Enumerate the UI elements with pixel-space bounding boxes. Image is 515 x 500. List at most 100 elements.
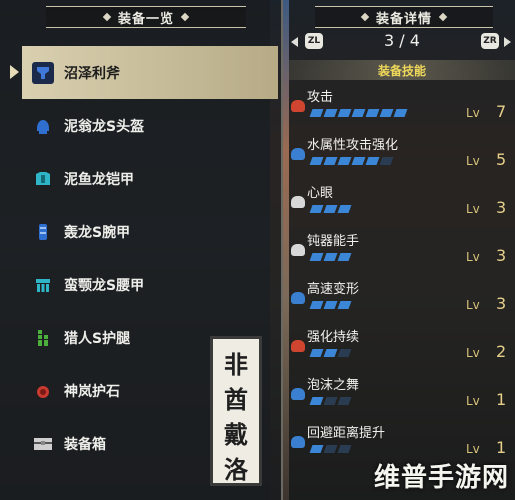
page-navigator: ZL 3 / 4 ZR bbox=[289, 31, 515, 52]
equipment-item-chest[interactable]: 泥鱼龙铠甲 bbox=[22, 152, 278, 205]
skill-level-value: 1 bbox=[496, 438, 507, 457]
zl-button[interactable]: ZL bbox=[305, 33, 323, 49]
zr-button[interactable]: ZR bbox=[481, 33, 499, 49]
skill-level-pip bbox=[337, 397, 352, 405]
skill-name: 水属性攻击强化 bbox=[307, 138, 399, 153]
skill-row[interactable]: 高速变形 Lv 3 bbox=[289, 276, 515, 324]
skill-row[interactable]: 泡沫之舞 Lv 1 bbox=[289, 372, 515, 420]
diamond-icon bbox=[360, 12, 370, 22]
skill-row[interactable]: 强化持续 Lv 2 bbox=[289, 324, 515, 372]
skill-level-bar bbox=[309, 349, 352, 357]
switch-axe-icon bbox=[32, 61, 54, 84]
equipment-item-label: 沼泽利斧 bbox=[64, 65, 120, 82]
site-logo-watermark: 维普手游网 bbox=[373, 463, 509, 493]
equipment-detail-panel: 装备详情 ZL 3 / 4 ZR 装备技能 攻击 Lv 7 水属性攻击强化 Lv 5 心眼 L… bbox=[289, 0, 515, 500]
skill-name: 泡沫之舞 bbox=[307, 378, 360, 393]
skill-row[interactable]: 钝器能手 Lv 3 bbox=[289, 228, 515, 276]
charm-icon bbox=[32, 380, 54, 402]
skill-level-pip bbox=[323, 301, 338, 309]
skills-section-header: 装备技能 bbox=[289, 60, 515, 80]
skill-level-pip bbox=[323, 157, 338, 165]
leg-armor-icon bbox=[32, 327, 54, 349]
skill-level-bar bbox=[309, 205, 352, 213]
skill-decoration-icon bbox=[291, 340, 305, 352]
equipment-item-label: 轰龙S腕甲 bbox=[64, 224, 131, 241]
equipment-item-label: 装备箱 bbox=[64, 436, 106, 453]
equipment-detail-title: 装备详情 bbox=[375, 11, 432, 27]
skill-level-value: 2 bbox=[496, 342, 507, 361]
skill-level-value: 3 bbox=[496, 294, 507, 313]
watermark-seal: 非 酋 戴 洛 bbox=[210, 336, 262, 486]
equipment-item-waist[interactable]: 蛮颚龙S腰甲 bbox=[22, 258, 278, 311]
chevron-left-icon[interactable] bbox=[291, 37, 298, 47]
equipment-item-label: 神岚护石 bbox=[64, 383, 120, 400]
skill-name: 攻击 bbox=[307, 90, 334, 105]
skill-level-pip bbox=[323, 253, 338, 261]
skill-level-label: Lv bbox=[466, 106, 480, 120]
skill-row[interactable]: 心眼 Lv 3 bbox=[289, 180, 515, 228]
skill-name: 高速变形 bbox=[307, 282, 360, 297]
skill-level-pip bbox=[309, 301, 324, 309]
skill-level-bar bbox=[309, 301, 352, 309]
skill-level-label: Lv bbox=[466, 250, 480, 264]
equipment-detail-header: 装备详情 bbox=[315, 6, 493, 28]
skill-level-pip bbox=[379, 157, 394, 165]
skill-level-pip bbox=[323, 349, 338, 357]
skill-level-bar bbox=[309, 397, 352, 405]
helmet-icon bbox=[32, 115, 54, 137]
skill-level-pip bbox=[309, 205, 324, 213]
skill-level-pip bbox=[337, 301, 352, 309]
skill-level-bar bbox=[309, 157, 394, 165]
skill-row[interactable]: 攻击 Lv 7 bbox=[289, 84, 515, 132]
skill-level-label: Lv bbox=[466, 346, 480, 360]
equipment-box-icon bbox=[32, 433, 54, 455]
skill-level-pip bbox=[365, 157, 380, 165]
equipment-item-head[interactable]: 泥翁龙S头盔 bbox=[22, 99, 278, 152]
skill-level-pip bbox=[309, 109, 324, 117]
skill-level-value: 1 bbox=[496, 390, 507, 409]
skill-level-bar bbox=[309, 109, 408, 117]
equipment-list-header: 装备一览 bbox=[46, 6, 246, 28]
skill-level-pip bbox=[323, 109, 338, 117]
skill-level-pip bbox=[337, 349, 352, 357]
chest-armor-icon bbox=[32, 168, 54, 190]
skill-level-pip bbox=[337, 109, 352, 117]
skill-level-pip bbox=[337, 445, 352, 453]
equipment-item-label: 泥翁龙S头盔 bbox=[64, 118, 145, 135]
skill-level-pip bbox=[393, 109, 408, 117]
skill-level-pip bbox=[323, 205, 338, 213]
skill-row[interactable]: 水属性攻击强化 Lv 5 bbox=[289, 132, 515, 180]
skill-name: 钝器能手 bbox=[307, 234, 360, 249]
equipment-item-arms[interactable]: 轰龙S腕甲 bbox=[22, 205, 278, 258]
skill-level-pip bbox=[309, 349, 324, 357]
chevron-right-icon[interactable] bbox=[504, 37, 511, 47]
skill-level-bar bbox=[309, 445, 352, 453]
skill-name: 回避距离提升 bbox=[307, 426, 386, 441]
skill-decoration-icon bbox=[291, 388, 305, 400]
seal-char: 非 bbox=[224, 350, 248, 379]
skill-level-pip bbox=[337, 253, 352, 261]
skill-level-value: 7 bbox=[496, 102, 507, 121]
skill-decoration-icon bbox=[291, 244, 305, 256]
skill-decoration-icon bbox=[291, 292, 305, 304]
skill-decoration-icon bbox=[291, 148, 305, 160]
seal-char: 洛 bbox=[224, 455, 248, 484]
skill-list: 攻击 Lv 7 水属性攻击强化 Lv 5 心眼 Lv 3 钝器能手 Lv 3 高速变形 Lv 3 强化持续 Lv… bbox=[289, 84, 515, 468]
skill-name: 强化持续 bbox=[307, 330, 360, 345]
skill-level-value: 5 bbox=[496, 150, 507, 169]
skill-decoration-icon bbox=[291, 196, 305, 208]
skill-level-label: Lv bbox=[466, 202, 480, 216]
gauntlet-icon bbox=[32, 221, 54, 243]
skill-level-pip bbox=[337, 205, 352, 213]
seal-char: 戴 bbox=[224, 420, 248, 449]
skill-level-label: Lv bbox=[466, 394, 480, 408]
skill-level-bar bbox=[309, 253, 352, 261]
equipment-item-weapon[interactable]: 沼泽利斧 bbox=[10, 46, 278, 99]
skill-level-pip bbox=[337, 157, 352, 165]
waist-armor-icon bbox=[32, 274, 54, 296]
diamond-icon bbox=[180, 12, 190, 22]
skill-level-value: 3 bbox=[496, 198, 507, 217]
diamond-icon bbox=[102, 12, 112, 22]
skill-level-pip bbox=[323, 397, 338, 405]
equipment-item-label: 蛮颚龙S腰甲 bbox=[64, 277, 145, 294]
